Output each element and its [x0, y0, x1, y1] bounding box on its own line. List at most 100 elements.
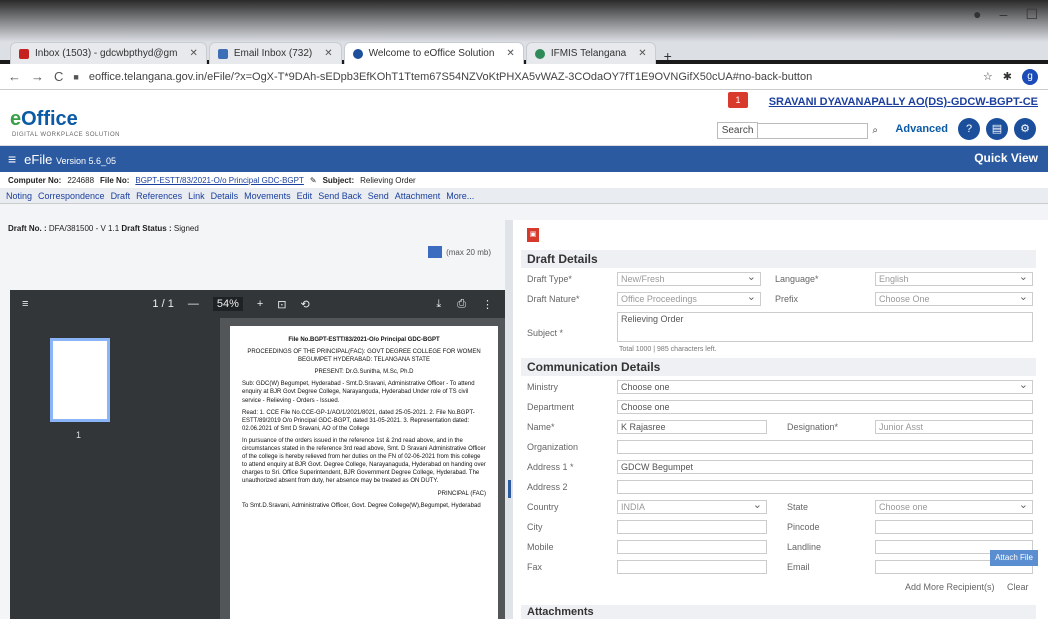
menu-icon[interactable]: ≡: [22, 298, 28, 310]
menu-more[interactable]: More...: [446, 191, 474, 201]
address1-input[interactable]: GDCW Begumpet: [617, 460, 1033, 474]
extension-icon[interactable]: ●: [973, 6, 981, 23]
add-more-recipients-link[interactable]: Add More Recipient(s): [905, 582, 995, 592]
doc-body: In pursuance of the orders issued in the…: [242, 437, 486, 485]
name-input[interactable]: K Rajasree: [617, 420, 767, 434]
menu-correspondence[interactable]: Correspondence: [38, 191, 105, 201]
close-icon[interactable]: ✕: [506, 48, 514, 59]
lock-icon: ■: [73, 71, 79, 82]
menu-movements[interactable]: Movements: [244, 191, 291, 201]
doc-present: PRESENT: Dr.G.Sunitha, M.Sc, Ph.D: [314, 369, 414, 376]
menu-send-back[interactable]: Send Back: [318, 191, 362, 201]
draft-nature-label: Draft Nature*: [527, 294, 580, 304]
pane-splitter[interactable]: [505, 220, 513, 619]
tab-email[interactable]: Email Inbox (732) ✕: [208, 42, 342, 64]
address1-label: Address 1 *: [527, 462, 574, 472]
designation-label: Designation*: [787, 422, 839, 432]
draft-type-select[interactable]: New/Fresh: [617, 272, 761, 286]
help-icon[interactable]: ?: [958, 118, 980, 140]
menu-link[interactable]: Link: [188, 191, 205, 201]
maximize-button[interactable]: ☐: [1025, 6, 1038, 23]
menu-edit[interactable]: Edit: [297, 191, 313, 201]
profile-avatar[interactable]: g: [1022, 68, 1038, 85]
menu-send[interactable]: Send: [368, 191, 389, 201]
subject-label: Subject *: [527, 328, 564, 338]
menu-references[interactable]: References: [136, 191, 182, 201]
reload-icon[interactable]: C: [54, 69, 63, 84]
mobile-label: Mobile: [527, 542, 554, 552]
close-icon[interactable]: ✕: [189, 48, 197, 59]
document-icon[interactable]: ▤: [986, 118, 1008, 140]
address2-input[interactable]: [617, 480, 1033, 494]
department-select[interactable]: Choose one: [617, 400, 1033, 414]
logo-subtitle: DIGITAL WORKPLACE SOLUTION: [12, 132, 121, 138]
forward-icon[interactable]: →: [31, 69, 44, 84]
gmail-icon: [19, 48, 29, 59]
menu-details[interactable]: Details: [211, 191, 239, 201]
search-input[interactable]: [758, 122, 869, 139]
prefix-select[interactable]: Choose One: [875, 292, 1033, 306]
zoom-out-button[interactable]: —: [188, 298, 199, 310]
url-field[interactable]: eoffice.telangana.gov.in/eFile/?x=OgX-T*…: [89, 71, 973, 83]
document-page: File No.BGPT-ESTT/83/2021-O/o Principal …: [230, 326, 498, 619]
draft-nature-select[interactable]: Office Proceedings: [617, 292, 761, 306]
notification-badge[interactable]: 1: [728, 92, 748, 108]
settings-icon[interactable]: ⚙: [1014, 118, 1036, 140]
pdf-icon[interactable]: ▣: [527, 228, 539, 242]
attachments-header: Attachments: [521, 605, 1036, 619]
designation-input[interactable]: Junior Asst: [875, 420, 1033, 434]
organization-input[interactable]: [617, 440, 1033, 454]
more-icon[interactable]: ⋮: [482, 298, 493, 311]
new-tab-button[interactable]: +: [658, 48, 678, 64]
organization-label: Organization: [527, 442, 579, 452]
language-select[interactable]: English: [875, 272, 1033, 286]
tab-label: Welcome to eOffice Solution: [368, 48, 495, 59]
user-name-link[interactable]: SRAVANI DYAVANAPALLY AO(DS)-GDCW-BGPT-CE: [769, 96, 1038, 108]
thumbnail-sidebar: 1: [10, 318, 220, 619]
file-no-link[interactable]: BGPT-ESTT/83/2021-O/o Principal GDC-BGPT: [135, 176, 304, 185]
minimize-button[interactable]: –: [1000, 6, 1008, 23]
search-icon[interactable]: ⌕: [872, 125, 878, 136]
tab-gmail[interactable]: Inbox (1503) - gdcwbpthyd@gm ✕: [10, 42, 207, 64]
close-icon[interactable]: ✕: [638, 48, 646, 59]
splitter-handle[interactable]: [508, 480, 511, 498]
zoom-level[interactable]: 54%: [212, 297, 243, 311]
page-indicator: 1 / 1: [152, 298, 174, 310]
search-box: Search ⌕: [716, 122, 878, 139]
menu-noting[interactable]: Noting: [6, 191, 32, 201]
hamburger-menu-icon[interactable]: ≡: [8, 151, 16, 167]
menu-draft[interactable]: Draft: [111, 191, 131, 201]
back-icon[interactable]: ←: [8, 69, 21, 84]
fax-input[interactable]: [617, 560, 767, 574]
menu-attachment[interactable]: Attachment: [395, 191, 441, 201]
rotate-icon[interactable]: ⟲: [301, 298, 310, 311]
advanced-search-link[interactable]: Advanced: [895, 123, 948, 135]
attach-file-button[interactable]: Attach File: [990, 550, 1038, 566]
upload-icon[interactable]: [428, 246, 443, 258]
print-icon[interactable]: ⎙: [457, 298, 466, 311]
city-input[interactable]: [617, 520, 767, 534]
zoom-in-button[interactable]: +: [257, 298, 263, 310]
mobile-input[interactable]: [617, 540, 767, 554]
department-label: Department: [527, 402, 575, 412]
tab-ifmis[interactable]: IFMIS Telangana ✕: [525, 42, 656, 64]
tab-eoffice[interactable]: Welcome to eOffice Solution ✕: [343, 42, 524, 64]
doc-heading: PROCEEDINGS OF THE PRINCIPAL(FAC): GOVT …: [247, 349, 481, 364]
file-menu: Noting Correspondence Draft References L…: [0, 188, 1048, 204]
doc-to: To Smt.D.Sravani, Administrative Officer…: [242, 502, 481, 509]
state-select[interactable]: Choose one: [875, 500, 1033, 514]
subject-textarea[interactable]: Relieving Order: [617, 312, 1033, 342]
page-thumbnail[interactable]: [50, 338, 110, 422]
quick-view-button[interactable]: Quick View: [974, 151, 1038, 165]
country-select[interactable]: INDIA: [617, 500, 767, 514]
tab-bar: Inbox (1503) - gdcwbpthyd@gm ✕ Email Inb…: [10, 42, 1040, 64]
ministry-select[interactable]: Choose one: [617, 380, 1033, 394]
pincode-input[interactable]: [875, 520, 1033, 534]
close-icon[interactable]: ✕: [324, 48, 332, 59]
star-icon[interactable]: ☆: [983, 70, 993, 83]
download-icon[interactable]: ⤓: [436, 298, 441, 311]
extensions-icon[interactable]: ✱: [1003, 70, 1012, 83]
edit-icon[interactable]: ✎: [310, 176, 317, 185]
clear-link[interactable]: Clear: [1007, 582, 1029, 592]
fit-page-icon[interactable]: ⊡: [277, 298, 286, 311]
